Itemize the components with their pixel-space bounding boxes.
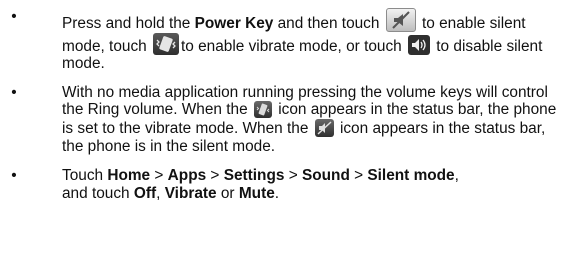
separator: > [284, 167, 302, 185]
option-mute: Mute [238, 184, 275, 202]
vibrate-status-icon [253, 101, 272, 119]
menu-silent-mode: Silent mode [367, 167, 455, 185]
text: to enable vibrate mode, or touch [180, 37, 406, 55]
separator: > [349, 167, 368, 185]
list-item-settings-path: • Touch Home > Apps > Settings > Sound >… [0, 167, 582, 202]
list-item-volume-keys: • With no media application running pres… [0, 84, 582, 155]
bullet-marker: • [11, 8, 17, 25]
text: , [156, 184, 165, 202]
bullet-list: • Press and hold the Power Key and then … [0, 8, 582, 202]
menu-home: Home [107, 167, 151, 185]
vibrate-phone-icon [152, 32, 179, 55]
text: Touch [62, 167, 108, 185]
bullet-marker: • [11, 167, 17, 185]
menu-settings: Settings [223, 167, 285, 185]
separator: > [206, 167, 224, 185]
text: Press and hold the [62, 15, 195, 32]
separator: > [150, 167, 168, 185]
option-vibrate: Vibrate [164, 184, 217, 202]
option-off: Off [133, 184, 157, 202]
bullet-marker: • [11, 83, 17, 101]
list-item-silent-mode-toggle: • Press and hold the Power Key and then … [0, 8, 582, 73]
text: and touch [62, 184, 134, 202]
speaker-muted-icon [385, 8, 416, 32]
text: and then touch [273, 15, 384, 32]
menu-apps: Apps [167, 167, 207, 185]
text: . [274, 184, 280, 202]
speaker-on-icon [408, 34, 430, 55]
menu-sound: Sound [301, 167, 350, 185]
text: or [216, 184, 239, 202]
silent-status-icon [314, 118, 334, 137]
manual-page: • Press and hold the Power Key and then … [0, 8, 582, 264]
power-key-label: Power Key [194, 15, 274, 32]
text: , [454, 167, 459, 185]
